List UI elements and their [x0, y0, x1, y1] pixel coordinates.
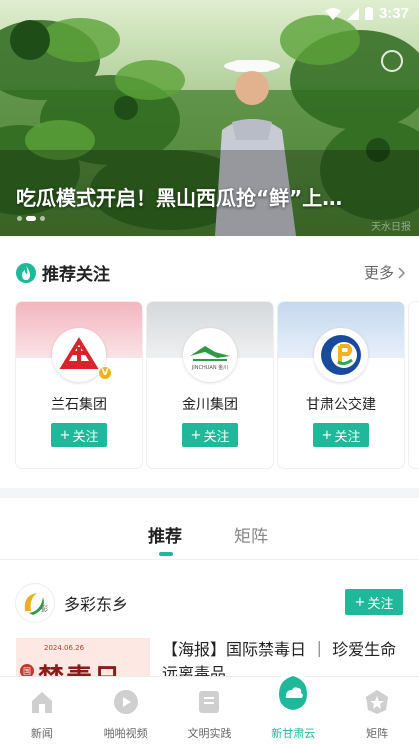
book-icon	[199, 691, 220, 713]
follow-button[interactable]: + 关注	[182, 423, 238, 447]
plus-icon: +	[190, 427, 202, 443]
nav-label: 啪啪视频	[103, 727, 148, 740]
follow-label: 关注	[72, 429, 99, 445]
follow-label: 关注	[334, 429, 361, 445]
recommend-card[interactable]: V 兰石集团 + 关注	[16, 302, 142, 468]
play-icon	[113, 690, 138, 714]
recommend-cards: V 兰石集团 + 关注 JINCHUAN 金川 金川集团 + 关注 甘肃公交建 …	[16, 302, 419, 468]
feed-tabs: 推荐 矩阵	[0, 498, 419, 560]
hero-watermark: 天水日报	[371, 222, 411, 233]
cloud-icon	[279, 676, 308, 710]
carousel-dot[interactable]	[40, 216, 45, 221]
home-icon	[31, 692, 52, 713]
status-time: 3:37	[378, 5, 409, 22]
recommend-card[interactable]: 甘肃公交建 + 关注	[278, 302, 404, 468]
chevron-right-icon	[398, 266, 405, 279]
app-screen: 3:37 吃瓜模式开启！黑山西瓜抢“鲜”上… 天水日报 推荐关注 更多 V 兰石…	[0, 0, 419, 744]
nav-label: 矩阵	[366, 727, 389, 740]
star-badge-icon	[366, 690, 389, 714]
logo-text: JINCHUAN 金川	[191, 364, 228, 371]
nav-civilization[interactable]: 文明实践	[168, 677, 252, 744]
nav-news[interactable]: 新闻	[0, 677, 84, 744]
avatar-text: 彭	[41, 604, 48, 613]
active-bubble	[276, 671, 311, 715]
card-name: 甘肃公交建	[306, 397, 376, 413]
source-follow-button[interactable]: + 关注	[345, 589, 403, 615]
carousel-dot-active[interactable]	[26, 216, 36, 221]
follow-label: 关注	[203, 429, 230, 445]
nav-matrix[interactable]: 矩阵	[335, 677, 419, 744]
tab-recommend[interactable]: 推荐	[148, 522, 182, 547]
plus-icon: +	[354, 594, 366, 610]
nav-label: 文明实践	[187, 727, 232, 740]
recommend-follow-section: 推荐关注 更多 V 兰石集团 + 关注 JINCHUAN 金川 金川集团 + 关…	[0, 236, 419, 488]
scan-icon[interactable]	[381, 50, 403, 72]
nav-label: 新闻	[30, 727, 53, 740]
wifi-icon	[324, 7, 341, 20]
feed-source[interactable]: 彭 多彩东乡	[16, 584, 128, 622]
bottom-nav: 新闻 啪啪视频 文明实践 新甘肃云 矩阵	[0, 671, 419, 744]
nav-video[interactable]: 啪啪视频	[84, 677, 168, 744]
card-name: 金川集团	[182, 397, 238, 413]
more-link[interactable]: 更多	[364, 262, 405, 283]
recommend-title: 推荐关注	[42, 265, 110, 285]
article-headline[interactable]: 【海报】国际禁毒日 ｜ 珍爱生命 远离毒品	[162, 638, 402, 678]
jinchuan-logo: JINCHUAN 金川	[183, 328, 237, 382]
signal-icon	[346, 7, 359, 20]
follow-label: 关注	[367, 596, 394, 612]
follow-button[interactable]: + 关注	[313, 423, 369, 447]
more-label: 更多	[363, 264, 394, 282]
recommend-header: 推荐关注	[16, 260, 110, 285]
thumb-date: 2024.06.26	[44, 644, 85, 652]
plus-icon: +	[59, 427, 71, 443]
plus-icon: +	[321, 427, 333, 443]
nav-gansu-cloud[interactable]: 新甘肃云	[251, 671, 335, 744]
hero-title[interactable]: 吃瓜模式开启！黑山西瓜抢“鲜”上…	[16, 182, 398, 211]
flame-icon	[16, 262, 36, 283]
verified-badge-icon: V	[98, 366, 112, 380]
battery-icon	[364, 7, 373, 20]
status-bar: 3:37	[0, 0, 419, 30]
source-avatar: 彭	[16, 584, 54, 622]
follow-button[interactable]: + 关注	[51, 423, 107, 447]
hero-banner[interactable]: 3:37 吃瓜模式开启！黑山西瓜抢“鲜”上… 天水日报	[0, 0, 419, 236]
gansu-transport-logo	[314, 328, 368, 382]
recommend-card-peek[interactable]	[409, 302, 419, 468]
nav-label: 新甘肃云	[271, 727, 316, 740]
carousel-dots	[17, 216, 45, 221]
tab-matrix[interactable]: 矩阵	[234, 522, 268, 547]
source-name: 多彩东乡	[64, 595, 129, 614]
tab-indicator	[159, 552, 173, 556]
carousel-dot[interactable]	[17, 216, 22, 221]
recommend-card[interactable]: JINCHUAN 金川 金川集团 + 关注	[147, 302, 273, 468]
card-name: 兰石集团	[51, 397, 107, 413]
